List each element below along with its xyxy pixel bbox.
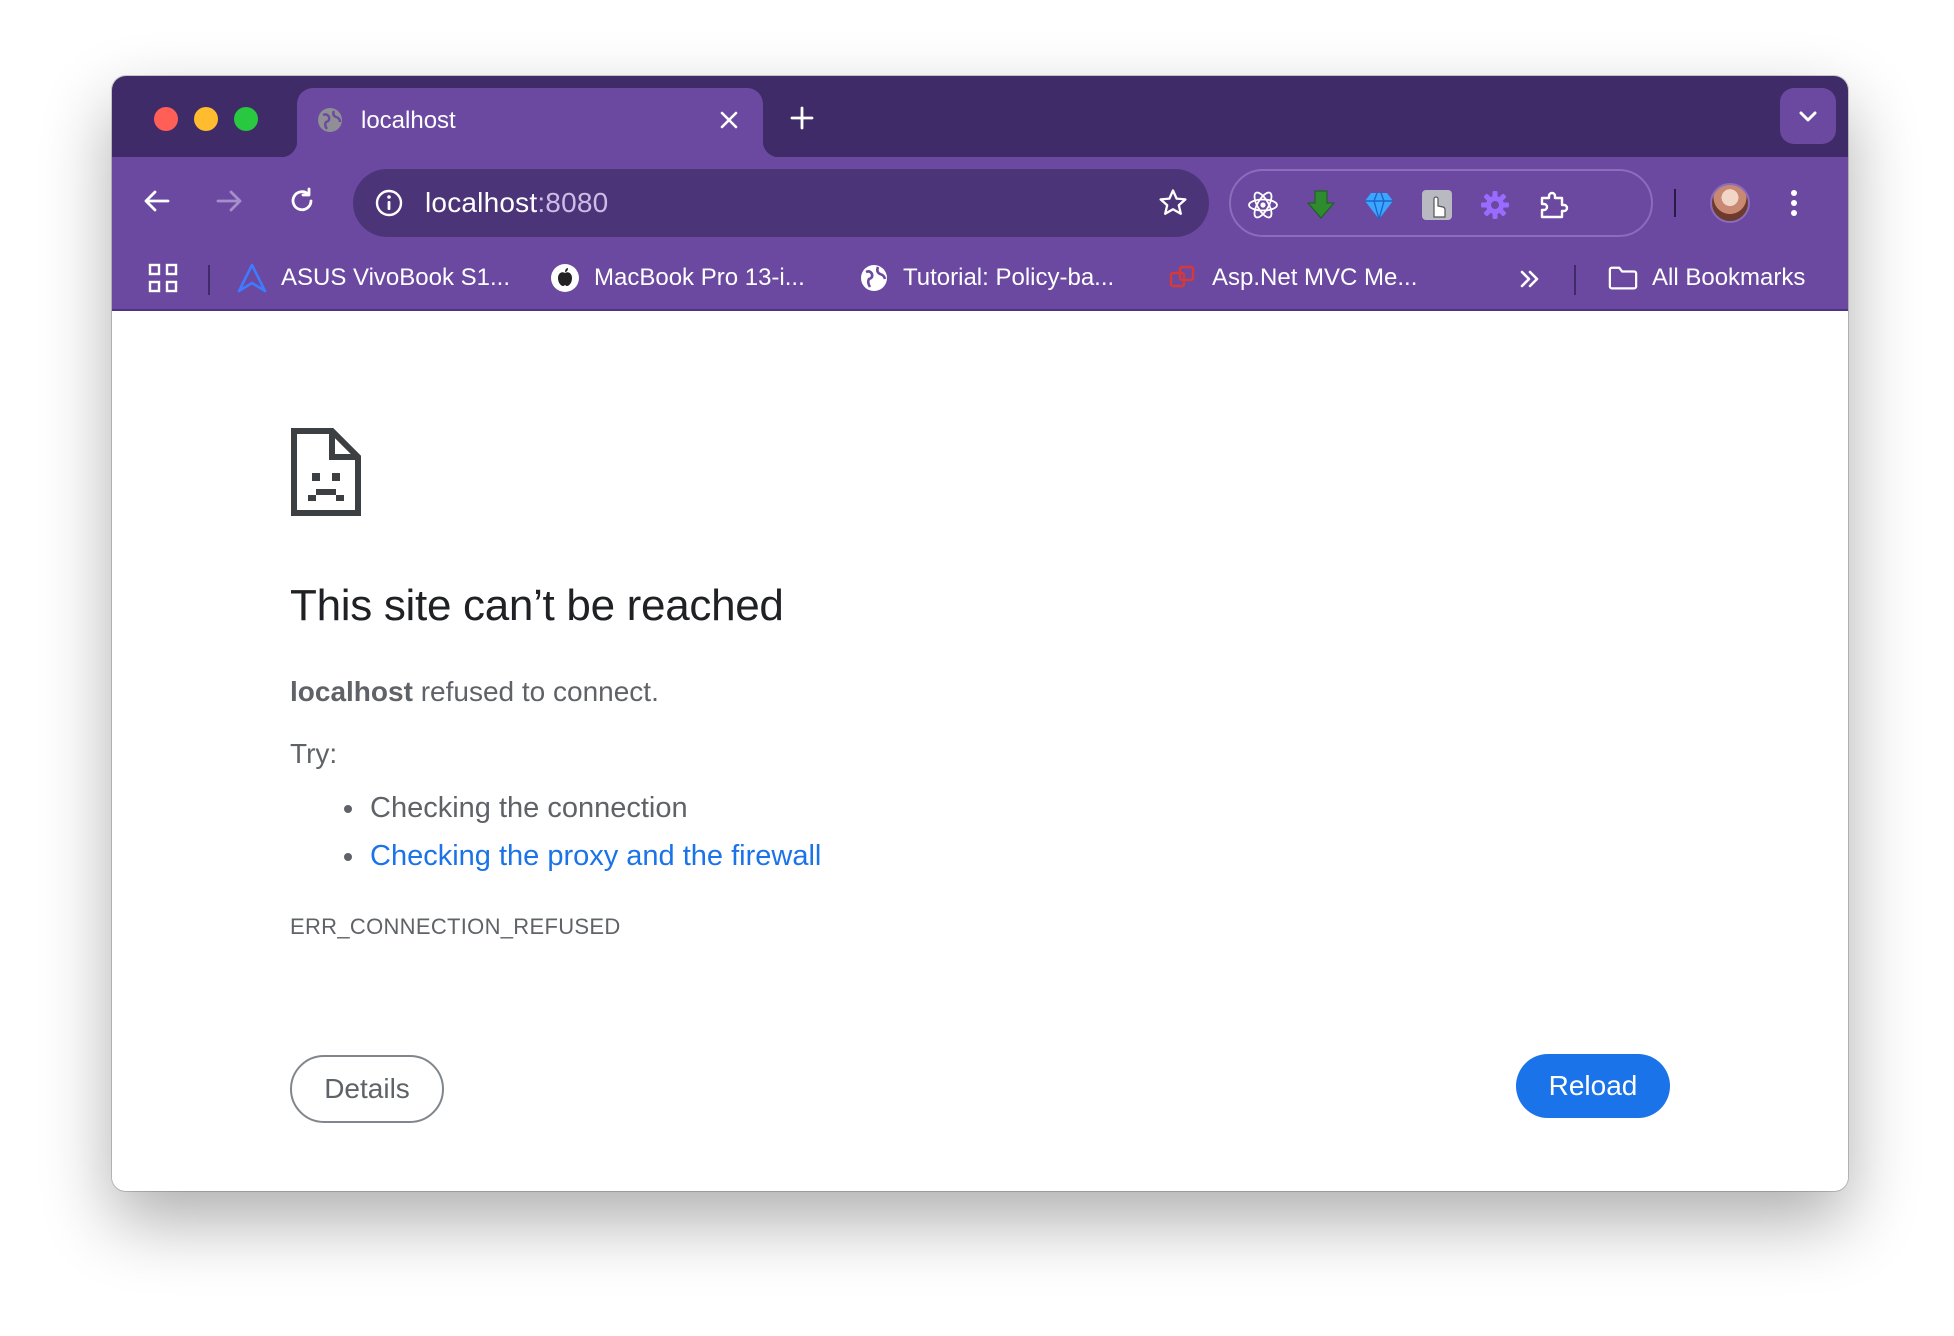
url-text: localhost:8080 [425,187,608,219]
asus-logo-icon [237,263,267,293]
bookmark-label: Asp.Net MVC Me... [1212,264,1418,291]
tab-search-button[interactable] [1780,88,1836,144]
apple-logo-icon [550,263,580,293]
details-button[interactable]: Details [290,1055,444,1123]
suggestion-check-connection: Checking the connection [343,784,821,832]
new-tab-button[interactable] [782,98,822,138]
kebab-menu-icon[interactable] [1770,179,1818,227]
globe-icon [859,263,889,293]
error-description: localhost refused to connect. [290,674,659,710]
toolbar: localhost:8080 [112,157,1848,245]
globe-icon [315,105,345,135]
react-devtools-icon[interactable] [1243,185,1283,225]
forward-button[interactable] [205,177,253,225]
tab-strip: localhost [112,76,1848,157]
gear-icon[interactable] [1475,185,1515,225]
apps-grid-icon[interactable] [146,261,180,295]
red-squares-icon [1168,263,1198,293]
arrow-left-icon [144,190,170,212]
gem-icon[interactable] [1359,185,1399,225]
url-host: localhost [425,187,538,218]
browser-window: localhost localhost:8080 ASUS VivoBook S… [112,76,1848,1191]
bookmark-macbook[interactable]: MacBook Pro 13-i... [550,257,805,299]
folder-icon [1608,263,1638,293]
url-port: :8080 [537,187,609,218]
double-chevron-icon[interactable] [1512,261,1548,297]
zoom-window-button[interactable] [234,107,258,131]
close-tab-icon[interactable] [713,104,745,136]
error-title: This site can’t be reached [290,581,784,630]
try-label: Try: [290,738,338,769]
suggestions-list: Checking the connection Checking the pro… [343,784,821,880]
reload-icon [291,187,313,212]
error-message: refused to connect. [412,676,659,707]
bookmark-aspnet[interactable]: Asp.Net MVC Me... [1168,257,1417,299]
bookmarks-divider [1574,265,1576,295]
bookmark-label: Tutorial: Policy-ba... [903,264,1115,291]
sad-document-icon [290,427,362,517]
tab-title: localhost [361,107,456,134]
close-window-button[interactable] [154,107,178,131]
extensions-group [1229,169,1653,237]
download-arrow-icon[interactable] [1301,185,1341,225]
bookmark-label: ASUS VivoBook S1... [281,264,511,291]
arrow-right-icon [216,190,242,212]
all-bookmarks-button[interactable]: All Bookmarks [1608,257,1805,299]
reload-button[interactable]: Reload [1516,1054,1670,1118]
all-bookmarks-label: All Bookmarks [1652,264,1806,291]
bookmark-asus[interactable]: ASUS VivoBook S1... [237,257,510,299]
reload-toolbar-button[interactable] [278,177,326,225]
suggestion-check-proxy-link[interactable]: Checking the proxy and the firewall [343,832,821,880]
tab-localhost[interactable]: localhost [281,88,779,157]
plus-icon [790,106,814,130]
bookmark-label: MacBook Pro 13-i... [594,264,805,291]
hand-cursor-icon[interactable] [1417,185,1457,225]
star-icon[interactable] [1153,183,1193,223]
puzzle-icon[interactable] [1533,185,1573,225]
error-host: localhost [290,676,413,707]
bookmarks-bar: ASUS VivoBook S1... MacBook Pro 13-i... … [112,245,1848,311]
toolbar-divider [1674,189,1676,217]
error-code: ERR_CONNECTION_REFUSED [290,914,621,939]
info-icon[interactable] [369,183,409,223]
minimize-window-button[interactable] [194,107,218,131]
address-bar[interactable]: localhost:8080 [353,169,1209,237]
chevron-down-icon [1799,111,1817,122]
avatar[interactable] [1710,183,1750,223]
back-button[interactable] [133,177,181,225]
error-page: This site can’t be reached localhost ref… [112,311,1848,1191]
bookmarks-divider [208,265,210,295]
bookmark-tutorial[interactable]: Tutorial: Policy-ba... [859,257,1114,299]
